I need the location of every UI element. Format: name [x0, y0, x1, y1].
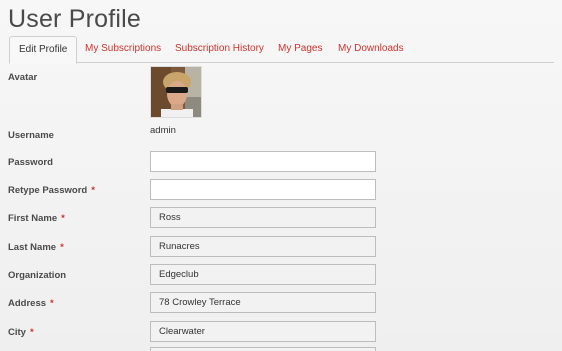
required-mark: * [60, 242, 64, 253]
tab-subscription-history[interactable]: Subscription History [175, 36, 264, 62]
organization-label: Organization [8, 270, 67, 281]
first-name-field[interactable] [150, 207, 376, 228]
city-label-text: City [8, 327, 26, 338]
required-mark: * [61, 213, 65, 224]
last-name-label-text: Last Name [8, 242, 57, 253]
last-name-field[interactable] [150, 236, 376, 257]
required-mark: * [91, 185, 95, 196]
required-mark: * [50, 298, 54, 309]
avatar-label: Avatar [8, 72, 38, 83]
page-title: User Profile [8, 5, 141, 33]
organization-field[interactable] [150, 264, 376, 285]
password-label: Password [8, 157, 53, 168]
tab-my-downloads[interactable]: My Downloads [338, 36, 404, 62]
password-field[interactable] [150, 151, 376, 172]
first-name-label-text: First Name [8, 213, 58, 224]
username-value: admin [150, 125, 176, 136]
retype-password-label-text: Retype Password [8, 185, 88, 196]
retype-password-label: Retype Password * [8, 185, 95, 196]
tab-my-subscriptions[interactable]: My Subscriptions [85, 36, 161, 62]
retype-password-field[interactable] [150, 179, 376, 200]
city-label: City * [8, 327, 34, 338]
required-mark: * [29, 327, 34, 338]
tab-edit-profile[interactable]: Edit Profile [9, 36, 78, 64]
next-field-partial[interactable] [150, 347, 376, 351]
first-name-label: First Name * [8, 213, 65, 224]
city-field[interactable] [150, 321, 376, 342]
last-name-label: Last Name * [8, 242, 64, 253]
tab-my-pages[interactable]: My Pages [278, 36, 322, 62]
avatar[interactable] [150, 66, 202, 118]
address-field[interactable] [150, 292, 376, 313]
username-label: Username [8, 130, 54, 141]
avatar-image [151, 67, 201, 117]
address-label: Address * [8, 298, 54, 309]
profile-tabs: Edit Profile My Subscriptions Subscripti… [9, 36, 554, 64]
address-label-text: Address [8, 298, 47, 309]
